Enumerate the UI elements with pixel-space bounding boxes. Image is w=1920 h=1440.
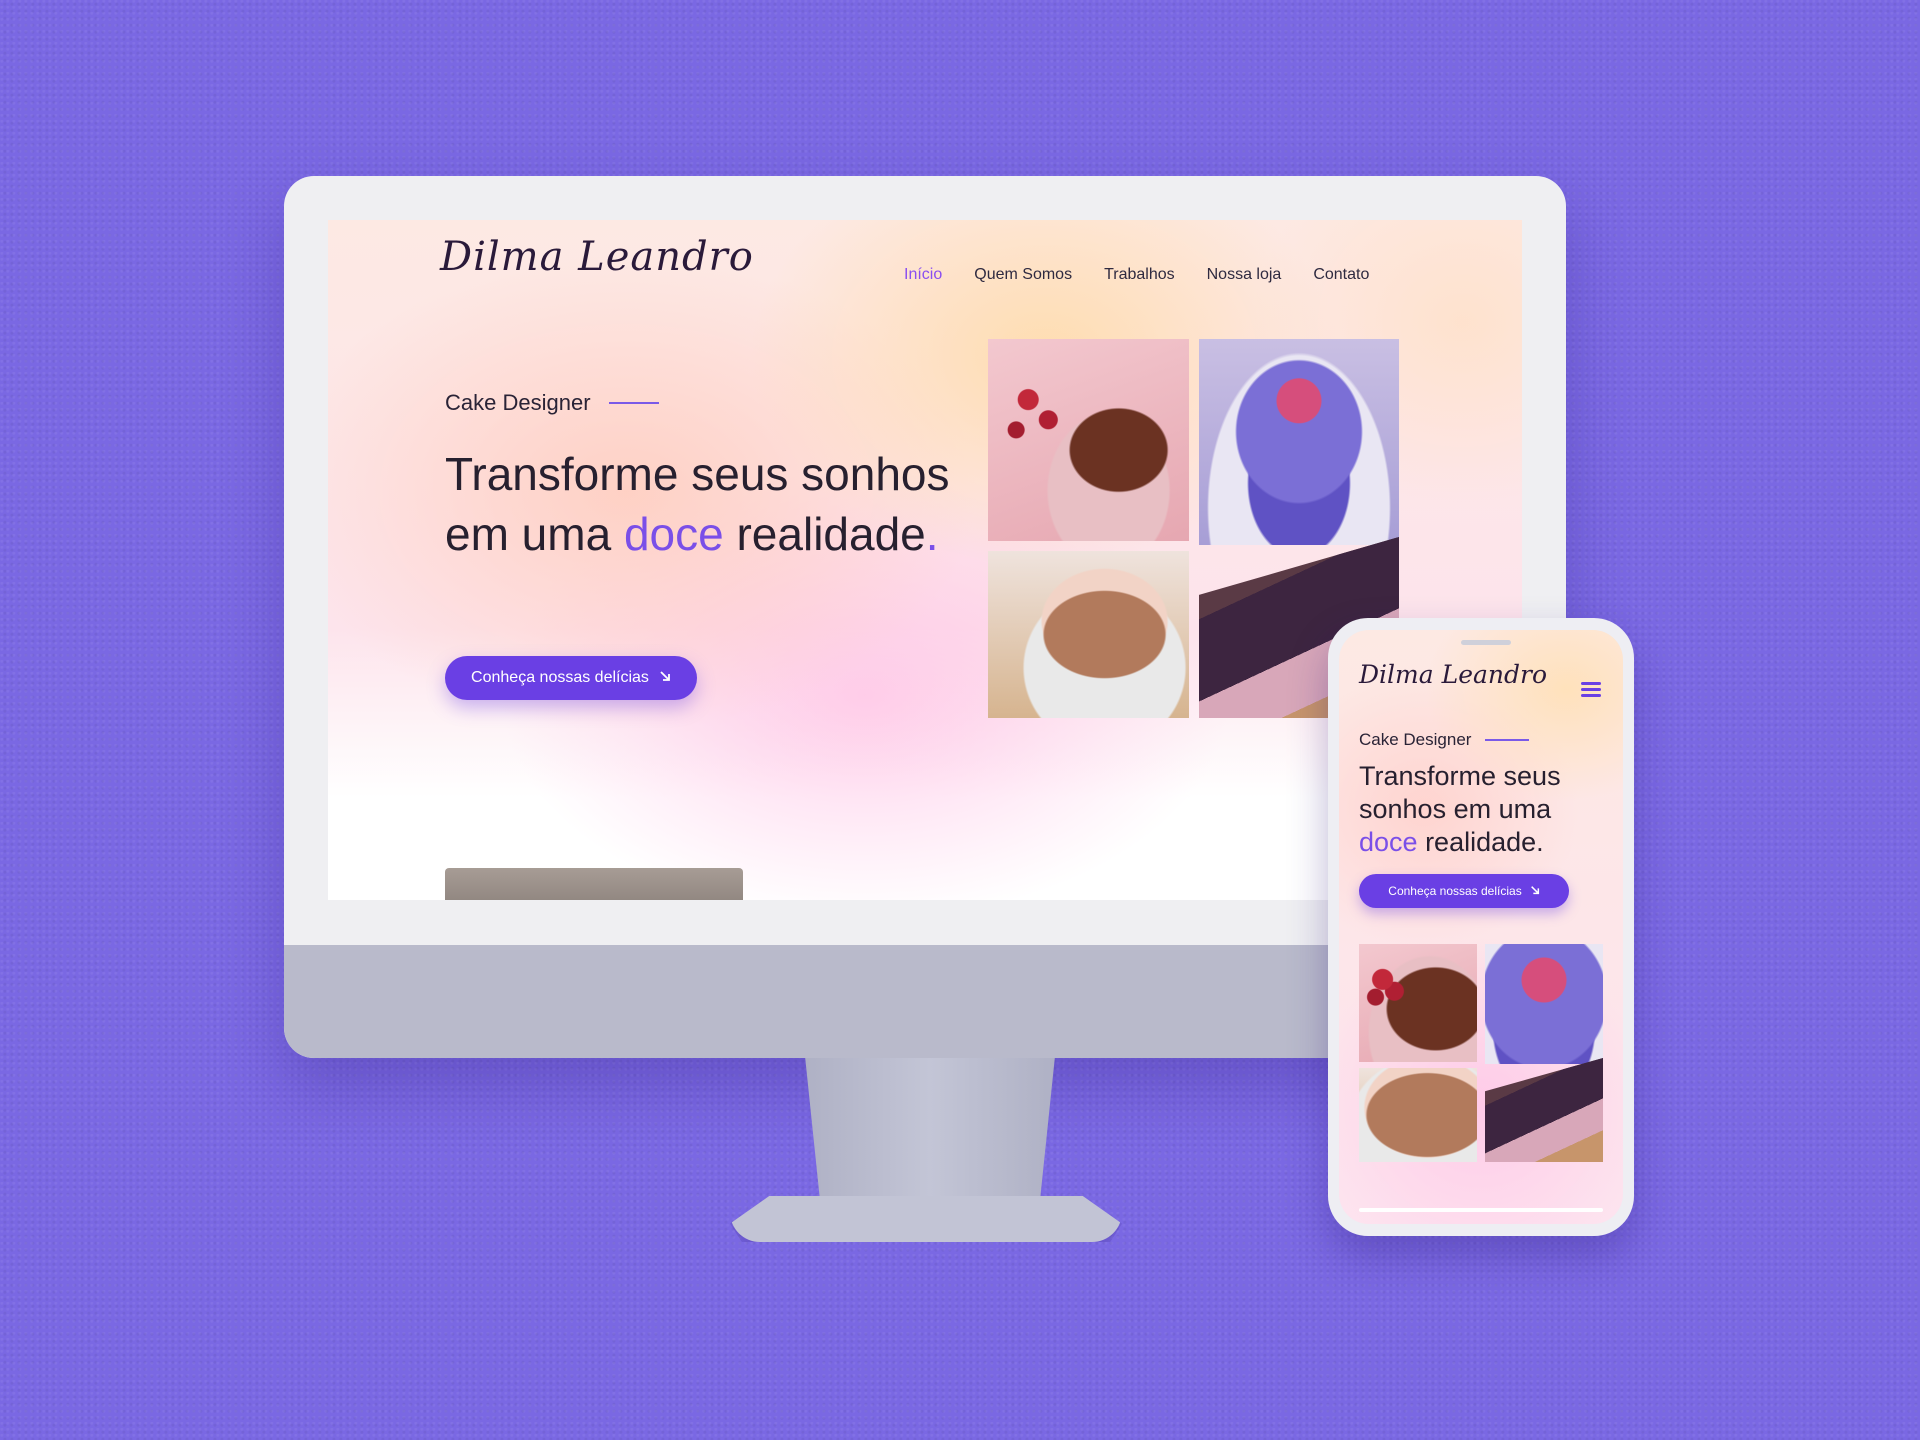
brand-logo[interactable]: Dilma Leandro [440,234,754,280]
next-section-image [445,868,743,900]
monitor-stand [805,1058,1055,1208]
mobile-headline-after: realidade. [1417,827,1544,857]
hero-headline-after: realidade [723,508,926,560]
hero-cta-button[interactable]: Conheça nossas delícias [445,656,697,700]
mobile-headline-before: Transforme seus sonhos em uma [1359,761,1561,824]
hamburger-menu-icon[interactable] [1581,682,1601,698]
nav-item-nossa-loja[interactable]: Nossa loja [1207,266,1282,284]
hero-cta-label: Conheça nossas delícias [471,669,649,686]
phone-speaker [1461,640,1511,645]
mobile-cake-roll-photo [1359,944,1477,1062]
arrow-down-right-icon [659,669,671,687]
mobile-screen: Dilma Leandro Cake Designer Transforme s… [1339,630,1623,1224]
mobile-eyebrow-divider [1485,739,1530,741]
eyebrow-divider [608,402,659,404]
mobile-hero-cta-label: Conheça nossas delícias [1388,884,1522,898]
hero-headline-accent: doce [623,508,724,560]
cake-roll-photo [988,339,1189,541]
nav-item-trabalhos[interactable]: Trabalhos [1104,266,1175,284]
mobile-hero-eyebrow-text: Cake Designer [1359,730,1472,749]
main-nav: Início Quem Somos Trabalhos Nossa loja C… [904,266,1369,284]
hero-headline-period: . [925,508,939,560]
hero-eyebrow: Cake Designer [445,390,659,416]
cupcake-photo [1199,339,1399,545]
monitor-base [730,1196,1122,1242]
mobile-layer-cake-photo [1359,1068,1477,1162]
mobile-hero-headline: Transforme seus sonhos em uma doce reali… [1359,760,1609,859]
mobile-cake-slice-photo [1485,1058,1603,1162]
nav-item-quem-somos[interactable]: Quem Somos [974,266,1072,284]
home-indicator [1359,1208,1603,1212]
mobile-phone: Dilma Leandro Cake Designer Transforme s… [1328,618,1634,1236]
hero-eyebrow-text: Cake Designer [445,390,591,415]
layer-cake-photo [988,551,1189,718]
mobile-hero-eyebrow: Cake Designer [1359,730,1530,750]
nav-item-contato[interactable]: Contato [1313,266,1369,284]
mobile-headline-accent: doce [1359,827,1418,857]
arrow-down-right-icon [1530,884,1540,898]
mobile-brand-logo[interactable]: Dilma Leandro [1359,660,1547,689]
nav-item-inicio[interactable]: Início [904,266,942,284]
hero-headline: Transforme seus sonhos em uma doce reali… [445,444,965,564]
mobile-cupcake-photo [1485,944,1603,1064]
mobile-hero-cta-button[interactable]: Conheça nossas delícias [1359,874,1569,908]
